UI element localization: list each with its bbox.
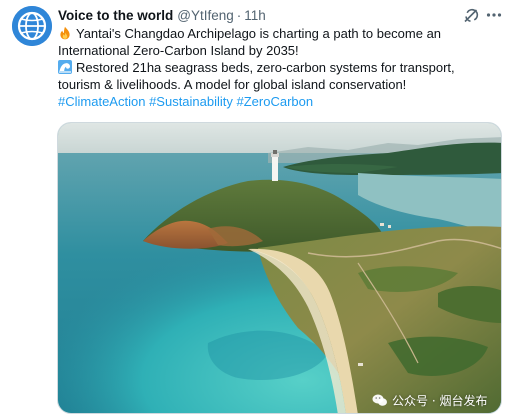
tweet-header: Voice to the world @YtIfeng · 11h	[58, 6, 266, 24]
island-photo	[58, 123, 501, 413]
tweet-line-4: tourism & livelihoods. A model for globa…	[58, 77, 407, 92]
wave-emoji-icon	[58, 60, 72, 74]
more-icon	[486, 13, 502, 17]
tweet-line-1-text: Yantai's Changdao Archipelago is chartin…	[76, 26, 442, 41]
tweet-body: Yantai's Changdao Archipelago is chartin…	[58, 25, 504, 110]
grok-button[interactable]	[461, 6, 481, 26]
tweet-line-3: Restored 21ha seagrass beds, zero-carbon…	[58, 59, 504, 76]
author-handle[interactable]: @YtIfeng	[177, 8, 234, 23]
fire-emoji-icon	[60, 26, 70, 40]
tweet-media-image[interactable]	[57, 122, 502, 414]
watermark: 公众号 · 烟台发布	[372, 391, 487, 409]
grok-icon	[464, 8, 479, 23]
hashtag-climate-action[interactable]: #ClimateAction	[58, 94, 145, 109]
tweet-line-1: Yantai's Changdao Archipelago is chartin…	[58, 25, 504, 42]
tweet-line-3-text: Restored 21ha seagrass beds, zero-carbon…	[76, 60, 455, 75]
more-options-button[interactable]	[484, 5, 504, 25]
avatar[interactable]	[12, 6, 52, 46]
author-display-name[interactable]: Voice to the world	[58, 8, 173, 23]
tweet-timestamp[interactable]: 11h	[244, 8, 266, 23]
wechat-icon	[372, 394, 387, 406]
hashtag-zero-carbon[interactable]: #ZeroCarbon	[237, 94, 314, 109]
hashtag-sustainability[interactable]: #Sustainability	[149, 94, 233, 109]
header-separator: ·	[236, 7, 242, 23]
tweet-hashtags: #ClimateAction #Sustainability #ZeroCarb…	[58, 93, 504, 110]
watermark-text: 公众号 · 烟台发布	[392, 393, 488, 408]
tweet-line-2: International Zero-Carbon Island by 2035…	[58, 43, 299, 58]
globe-avatar-icon	[12, 6, 52, 46]
